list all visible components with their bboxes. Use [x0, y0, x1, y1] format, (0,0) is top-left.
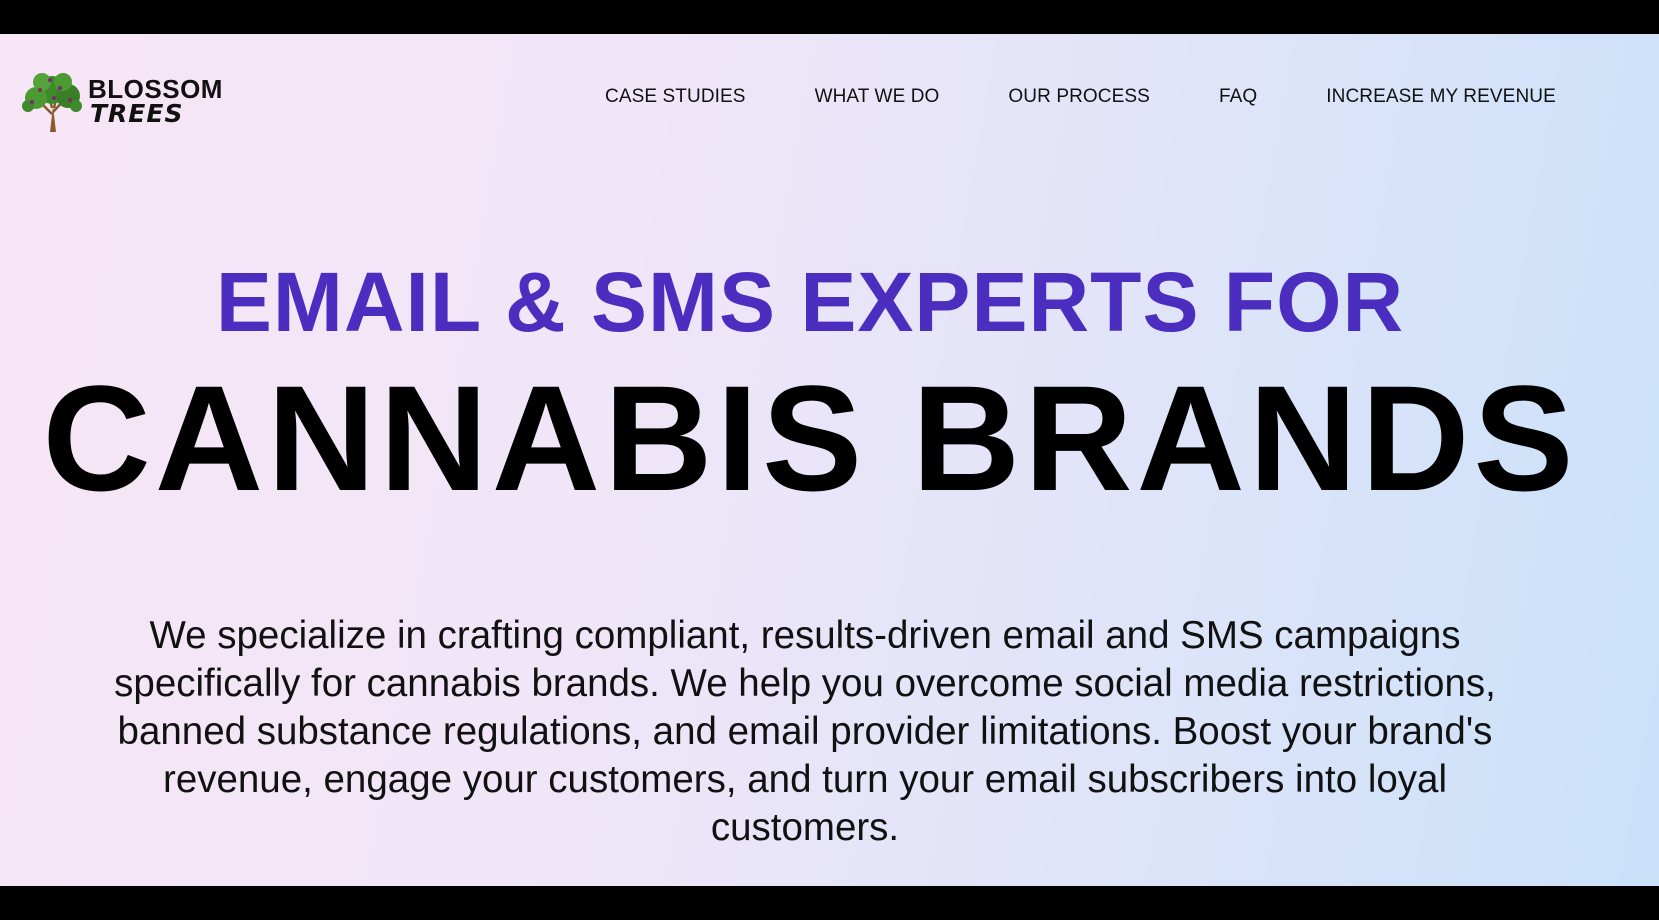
- nav-item-increase-my-revenue[interactable]: INCREASE MY REVENUE: [1326, 86, 1556, 108]
- hero-description: We specialize in crafting compliant, res…: [114, 614, 1496, 849]
- main-nav: CASE STUDIES WHAT WE DO OUR PROCESS FAQ …: [605, 86, 1556, 108]
- nav-item-faq[interactable]: FAQ: [1219, 86, 1257, 108]
- hero-headline-top: EMAIL & SMS EXPERTS FOR: [215, 255, 1405, 349]
- brand-name: BLOSSOM TREES: [88, 76, 223, 126]
- hero-headline-main: CANNABIS BRANDS: [42, 354, 1578, 522]
- nav-item-case-studies[interactable]: CASE STUDIES: [605, 86, 746, 108]
- brand-name-bottom: TREES: [90, 99, 184, 128]
- landing-page: BLOSSOM TREES CASE STUDIES WHAT WE DO OU…: [0, 34, 1659, 886]
- nav-item-our-process[interactable]: OUR PROCESS: [1008, 86, 1150, 108]
- tree-icon: [20, 68, 84, 134]
- nav-item-what-we-do[interactable]: WHAT WE DO: [815, 86, 940, 108]
- brand-logo[interactable]: BLOSSOM TREES: [20, 66, 223, 136]
- browser-frame: BLOSSOM TREES CASE STUDIES WHAT WE DO OU…: [0, 0, 1659, 920]
